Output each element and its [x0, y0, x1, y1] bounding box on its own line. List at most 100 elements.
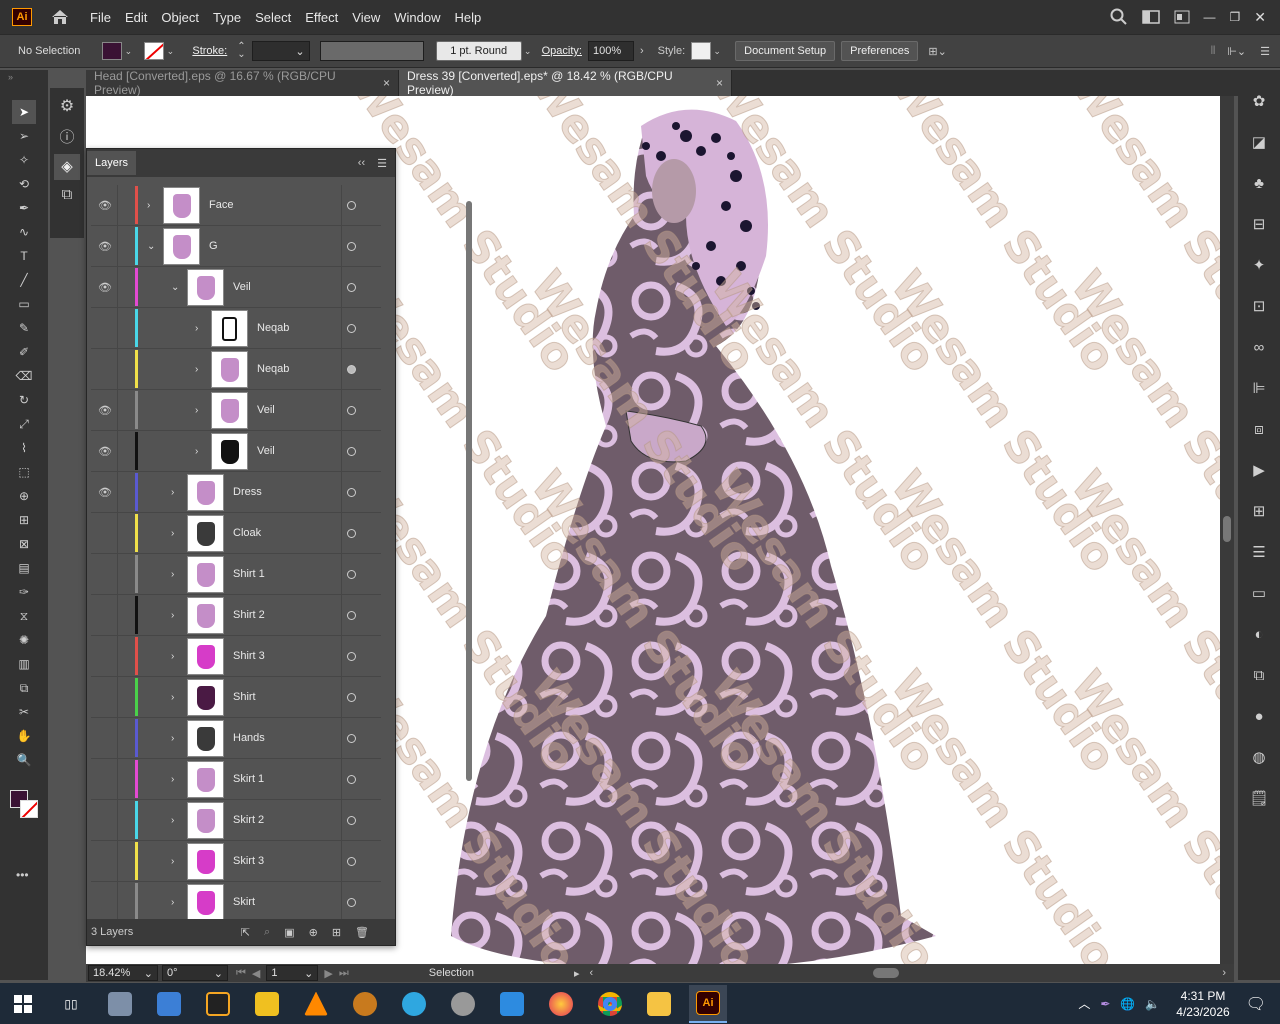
visibility-eye-icon[interactable]: 👁 — [97, 404, 113, 417]
layers-scrollbar[interactable] — [463, 185, 477, 935]
lock-toggle[interactable] — [117, 185, 131, 225]
layer-row[interactable]: › Skirt 1 — [91, 759, 381, 800]
eraser-icon[interactable]: ⌫ — [12, 364, 36, 388]
minimize-icon[interactable]: — — [1204, 10, 1216, 24]
vlc-icon[interactable] — [297, 985, 335, 1023]
layer-row[interactable]: › Shirt 1 — [91, 554, 381, 595]
opacity-label[interactable]: Opacity: — [542, 45, 582, 57]
target-circle-icon[interactable] — [347, 405, 356, 415]
target-circle-icon[interactable] — [347, 487, 356, 497]
properties-icon[interactable]: ⚙ — [56, 96, 78, 118]
lock-toggle[interactable] — [117, 267, 131, 307]
menu-object[interactable]: Object — [161, 10, 199, 25]
transparency-icon[interactable]: ◐ — [1247, 623, 1271, 647]
zoom-icon[interactable]: 🔍 — [12, 748, 36, 772]
next-artboard-icon[interactable]: ▶ — [324, 967, 332, 980]
artboards-icon[interactable]: ⊡ — [1247, 295, 1271, 319]
chevron-down-icon[interactable]: ⌄ — [522, 46, 534, 57]
magic-wand-icon[interactable]: ✧ — [12, 148, 36, 172]
chevron-right-icon[interactable]: › — [171, 569, 174, 580]
actions-icon[interactable]: ▶ — [1247, 459, 1271, 483]
layer-row[interactable]: › Cloak — [91, 513, 381, 554]
chevron-right-icon[interactable]: › — [171, 897, 174, 908]
menu-effect[interactable]: Effect — [305, 10, 338, 25]
chevron-right-icon[interactable]: › — [195, 364, 198, 375]
lock-toggle[interactable] — [117, 800, 131, 840]
hand-icon[interactable]: ✋ — [12, 724, 36, 748]
lock-toggle[interactable] — [117, 308, 131, 348]
chevron-down-icon[interactable]: ⌄ — [171, 282, 179, 293]
layer-row[interactable]: › Neqab — [91, 308, 381, 349]
lock-toggle[interactable] — [117, 472, 131, 512]
tab-dress[interactable]: Dress 39 [Converted].eps* @ 18.42 % (RGB… — [399, 69, 732, 97]
appearance-icon[interactable]: ✿ — [1247, 90, 1271, 114]
target-circle-icon[interactable] — [347, 815, 356, 825]
document-setup-button[interactable]: Document Setup — [735, 41, 836, 61]
chevron-down-icon[interactable]: ⌄ — [147, 241, 155, 252]
rotation-input[interactable]: 0° ⌄ — [162, 965, 228, 981]
panel-menu-icon[interactable]: ☰ — [377, 157, 387, 170]
chevron-right-icon[interactable]: › — [195, 323, 198, 334]
target-circle-icon[interactable] — [347, 282, 356, 292]
notification-icon[interactable]: 🗨 — [1246, 994, 1266, 1014]
search-icon[interactable] — [1110, 8, 1128, 26]
info-icon[interactable]: ⓘ — [56, 126, 78, 148]
variable-width-profile[interactable] — [319, 41, 424, 61]
layer-name[interactable]: Face — [209, 199, 233, 211]
visibility-eye-icon[interactable]: 👁 — [97, 240, 113, 253]
layer-name[interactable]: Veil — [257, 445, 275, 457]
lock-toggle[interactable] — [117, 677, 131, 717]
more-tools-icon[interactable]: ••• — [16, 868, 48, 882]
layer-name[interactable]: Veil — [257, 404, 275, 416]
chevron-right-icon[interactable]: › — [171, 651, 174, 662]
bird-app-icon[interactable] — [346, 985, 384, 1023]
chevron-right-icon[interactable]: › — [195, 405, 198, 416]
chrome-icon[interactable] — [591, 985, 629, 1023]
target-circle-icon[interactable] — [347, 569, 356, 579]
symbol-sprayer-icon[interactable]: ✺ — [12, 628, 36, 652]
menu-edit[interactable]: Edit — [125, 10, 147, 25]
horizontal-scrollbar[interactable] — [873, 968, 900, 978]
blend-icon[interactable]: ⧖ — [12, 604, 36, 628]
target-circle-icon[interactable] — [347, 200, 356, 210]
target-circle-icon[interactable] — [347, 323, 356, 333]
start-icon[interactable] — [4, 985, 42, 1023]
image-trace-icon[interactable]: ⊞ — [1247, 500, 1271, 524]
gradient-icon[interactable]: ▤ — [12, 556, 36, 580]
maximize-icon[interactable]: ❐ — [1230, 10, 1241, 24]
store-icon[interactable] — [493, 985, 531, 1023]
layer-name[interactable]: Shirt 3 — [233, 650, 265, 662]
export-icon[interactable]: ⇱ — [241, 926, 250, 939]
layer-row[interactable]: 👁 › Face — [91, 185, 381, 226]
lock-toggle[interactable] — [117, 349, 131, 389]
layer-row[interactable]: › Shirt — [91, 677, 381, 718]
align-icon[interactable]: ⫴ — [1211, 45, 1216, 58]
symbols-icon[interactable]: ♣ — [1247, 172, 1271, 196]
home-icon[interactable] — [50, 8, 70, 26]
chevron-right-icon[interactable]: › — [147, 200, 150, 211]
layer-name[interactable]: Skirt 1 — [233, 773, 264, 785]
new-layer-icon[interactable]: ⊞ — [332, 926, 341, 939]
type-icon[interactable]: T — [12, 244, 36, 268]
collapse-icon[interactable]: ‹‹ — [358, 157, 365, 169]
layer-name[interactable]: Neqab — [257, 363, 289, 375]
lock-toggle[interactable] — [117, 841, 131, 881]
chevron-right-icon[interactable]: › — [195, 446, 198, 457]
chevron-right-icon[interactable]: › — [171, 733, 174, 744]
artboard-number[interactable]: 1 ⌄ — [266, 965, 319, 981]
target-circle-icon[interactable] — [347, 528, 356, 538]
delete-icon[interactable]: 🗑 — [355, 926, 369, 939]
lock-toggle[interactable] — [117, 390, 131, 430]
visibility-eye-icon[interactable]: 👁 — [97, 486, 113, 499]
last-artboard-icon[interactable]: ⏭ — [339, 967, 349, 980]
player-app-icon[interactable] — [248, 985, 286, 1023]
menu-help[interactable]: Help — [454, 10, 481, 25]
layer-name[interactable]: Neqab — [257, 322, 289, 334]
layer-row[interactable]: › Skirt — [91, 882, 381, 923]
eyedropper-icon[interactable]: ✑ — [12, 580, 36, 604]
layer-name[interactable]: Cloak — [233, 527, 261, 539]
align-icon[interactable]: ⊫ — [1247, 377, 1271, 401]
layer-row[interactable]: 👁 ⌄ G — [91, 226, 381, 267]
artboards-icon[interactable]: ⧉ — [56, 186, 78, 208]
chevron-right-icon[interactable]: › — [171, 774, 174, 785]
